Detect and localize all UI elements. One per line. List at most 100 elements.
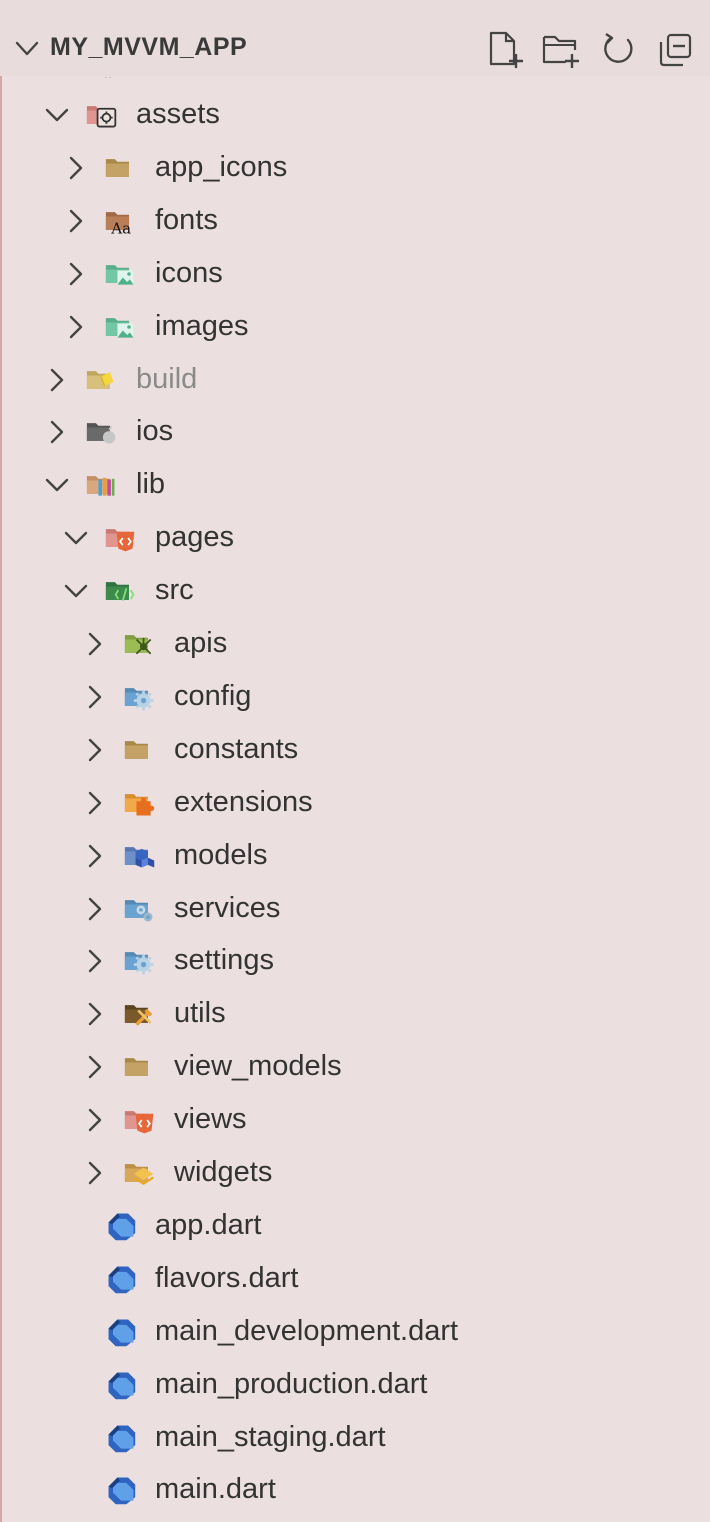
widgets-folder-icon xyxy=(124,1164,154,1185)
tree-item-label: apis xyxy=(174,627,228,659)
assets-folder-icon xyxy=(86,106,117,128)
lib-folder-icon xyxy=(86,476,115,496)
tree-folder-item[interactable]: view_models xyxy=(0,1041,710,1093)
chevron-right-icon[interactable] xyxy=(44,367,70,393)
folder-icon xyxy=(105,159,129,177)
image-folder-icon xyxy=(105,318,134,338)
tree-folder-item[interactable]: widgets xyxy=(0,1147,710,1199)
chevron-right-icon[interactable] xyxy=(82,631,108,657)
config-folder-icon xyxy=(124,688,154,711)
chevron-right-icon[interactable] xyxy=(82,1054,108,1080)
extension-folder-icon xyxy=(124,794,155,816)
new-file-icon[interactable] xyxy=(486,30,526,70)
tree-file-item[interactable]: main_development.dart xyxy=(0,1306,710,1358)
scroll-hint: ·· xyxy=(104,72,113,83)
utils-folder-icon xyxy=(124,1005,153,1026)
tree-folder-item[interactable]: Aa fonts xyxy=(0,195,710,247)
models-folder-icon xyxy=(124,847,155,868)
font-folder-icon: Aa xyxy=(105,212,131,237)
tree-file-item[interactable]: main_staging.dart xyxy=(0,1412,710,1464)
tree-folder-item[interactable]: icons xyxy=(0,248,710,300)
tree-folder-item[interactable]: ios xyxy=(0,406,710,458)
tree-folder-item[interactable]: images xyxy=(0,301,710,353)
chevron-right-icon[interactable] xyxy=(82,1107,108,1133)
tree-file-item[interactable]: app.dart xyxy=(0,1200,710,1252)
chevron-right-icon[interactable] xyxy=(63,155,89,181)
tree-folder-item[interactable]: assets xyxy=(0,89,710,141)
chevron-right-icon[interactable] xyxy=(63,208,89,234)
tree-item-label: images xyxy=(155,310,249,342)
tree-folder-item[interactable]: app_icons xyxy=(0,142,710,194)
tree-item-label: main_development.dart xyxy=(155,1315,459,1347)
tree-folder-item[interactable]: pages xyxy=(0,512,710,564)
chevron-right-icon[interactable] xyxy=(82,896,108,922)
tree-file-item[interactable]: main.dart xyxy=(0,1464,710,1516)
tree-item-label: ios xyxy=(136,415,174,447)
tree-item-label: utils xyxy=(174,997,226,1029)
dart-file-icon xyxy=(108,1266,136,1294)
tree-folder-item[interactable]: build xyxy=(0,354,710,406)
tree-item-label: icons xyxy=(155,257,223,289)
dart-file-icon xyxy=(108,1477,136,1505)
chevron-right-icon[interactable] xyxy=(82,948,108,974)
tree-item-label: settings xyxy=(174,944,274,976)
explorer-title: MY_MVVM_APP xyxy=(50,33,248,61)
html-folder-icon xyxy=(124,1111,154,1134)
ios-folder-icon xyxy=(86,423,116,444)
dart-file-icon xyxy=(108,1213,136,1241)
tree-folder-item[interactable]: src xyxy=(0,565,710,617)
tree-folder-item[interactable]: views xyxy=(0,1094,710,1146)
chevron-down-icon[interactable] xyxy=(63,525,89,551)
image-folder-icon xyxy=(105,265,134,285)
tree-folder-item[interactable]: extensions xyxy=(0,777,710,829)
tree-folder-item[interactable]: constants xyxy=(0,724,710,776)
api-folder-icon xyxy=(124,635,152,655)
chevron-right-icon[interactable] xyxy=(82,684,108,710)
tree-item-label: view_models xyxy=(174,1050,342,1082)
chevron-right-icon[interactable] xyxy=(82,843,108,869)
tree-item-label: main_staging.dart xyxy=(155,1421,386,1453)
tree-folder-item[interactable]: lib xyxy=(0,459,710,511)
chevron-right-icon[interactable] xyxy=(44,419,70,445)
tree-item-label: src xyxy=(155,574,194,606)
tree-item-label: services xyxy=(174,892,281,924)
tree-file-item[interactable]: flavors.dart xyxy=(0,1253,710,1305)
tree-folder-item[interactable]: utils xyxy=(0,988,710,1040)
tree-item-label: extensions xyxy=(174,786,313,818)
tree-folder-item[interactable]: models xyxy=(0,830,710,882)
chevron-right-icon[interactable] xyxy=(82,737,108,763)
tree-item-label: lib xyxy=(136,468,166,500)
tree-item-label: views xyxy=(174,1103,247,1135)
tree-item-label: fonts xyxy=(155,204,218,236)
refresh-icon[interactable] xyxy=(598,30,638,70)
build-folder-icon xyxy=(86,371,114,389)
tree-item-label: models xyxy=(174,839,268,871)
folder-icon xyxy=(124,1058,148,1076)
tree-item-label: config xyxy=(174,680,252,712)
chevron-down-icon[interactable] xyxy=(14,36,40,62)
dart-file-icon xyxy=(108,1425,136,1453)
services-folder-icon xyxy=(124,900,153,922)
config-folder-icon xyxy=(124,952,154,975)
tree-folder-item[interactable]: services xyxy=(0,883,710,935)
tree-item-label: constants xyxy=(174,733,299,765)
tree-item-label: flavors.dart xyxy=(155,1262,299,1294)
collapse-all-icon[interactable] xyxy=(656,30,696,70)
chevron-right-icon[interactable] xyxy=(82,790,108,816)
chevron-right-icon[interactable] xyxy=(82,1001,108,1027)
folder-icon xyxy=(124,741,148,759)
svg-text:Aa: Aa xyxy=(110,219,131,237)
chevron-right-icon[interactable] xyxy=(63,261,89,287)
explorer-header[interactable]: MY_MVVM_APP xyxy=(0,0,710,76)
chevron-down-icon[interactable] xyxy=(63,578,89,604)
new-folder-icon[interactable] xyxy=(541,30,581,70)
tree-folder-item[interactable]: settings xyxy=(0,935,710,987)
chevron-down-icon[interactable] xyxy=(44,102,70,128)
tree-folder-item[interactable]: config xyxy=(0,671,710,723)
chevron-right-icon[interactable] xyxy=(82,1160,108,1186)
chevron-right-icon[interactable] xyxy=(63,314,89,340)
tree-item-label: main.dart xyxy=(155,1473,276,1505)
tree-folder-item[interactable]: apis xyxy=(0,618,710,670)
tree-file-item[interactable]: main_production.dart xyxy=(0,1359,710,1411)
chevron-down-icon[interactable] xyxy=(44,472,70,498)
